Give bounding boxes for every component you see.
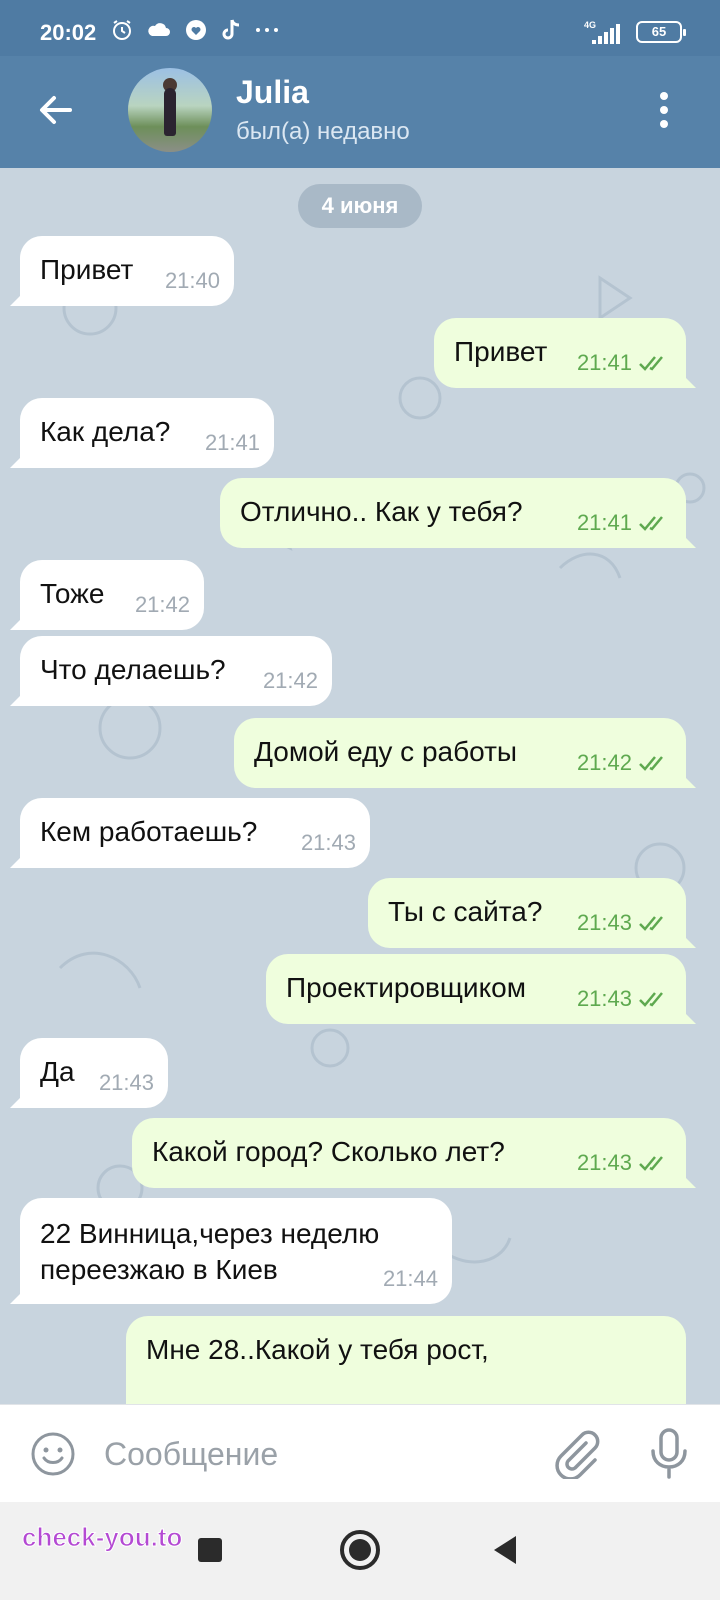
attach-button[interactable] [552,1429,600,1481]
message-text: Привет [454,336,548,367]
message-text: Что делаешь? [40,654,226,685]
message-time: 21:43 [576,986,632,1011]
contact-status: был(а) недавно [236,118,410,145]
message-incoming[interactable]: Как дела? 21:41 [20,398,274,468]
message-outgoing[interactable]: Отлично.. Как у тебя? 21:41 [220,478,686,548]
message-text: Кем работаешь? [40,816,258,847]
heart-app-icon [186,20,206,40]
message-incoming[interactable]: Что делаешь? 21:42 [20,636,332,706]
message-text: Домой еду с работы [254,736,518,767]
message-composer [0,1404,720,1502]
kebab-menu-icon [660,92,668,100]
message-time: 21:42 [576,750,632,775]
contact-name[interactable]: Julia [236,74,309,111]
home-button[interactable] [340,1530,380,1570]
message-time: 21:42 [262,668,318,693]
message-incoming[interactable]: Кем работаешь? 21:43 [20,798,370,868]
more-dots-icon [256,28,278,32]
status-right: 4G 65 [584,20,686,44]
status-bar: 20:02 4G 65 [0,0,720,56]
message-outgoing-partial[interactable]: Мне 28..Какой у тебя рост, [126,1316,686,1404]
battery-icon: 65 [636,21,686,43]
double-check-icon [639,756,663,771]
message-time: 21:43 [300,830,356,855]
back-button[interactable] [36,90,76,130]
message-input[interactable] [104,1427,524,1481]
signal-icon: 4G [584,20,626,44]
microphone-icon [651,1428,687,1479]
message-text: Мне 28..Какой у тебя рост, [146,1334,489,1365]
message-incoming[interactable]: 22 Винница,через неделю переезжаю в Киев… [20,1198,452,1304]
double-check-icon [639,356,663,371]
message-text: Проектировщиком [286,972,526,1003]
message-outgoing[interactable]: Проектировщиком 21:43 [266,954,686,1024]
message-text: Как дела? [40,416,171,447]
chat-header: Julia был(а) недавно [0,56,720,168]
date-separator: 4 июня [298,184,422,228]
smiley-icon [31,1432,75,1476]
double-check-icon [639,1156,663,1171]
message-time: 21:41 [204,430,260,455]
message-text: 22 Винница,через неделю переезжаю в Киев [40,1218,380,1285]
message-incoming[interactable]: Да 21:43 [20,1038,168,1108]
paperclip-icon [555,1430,600,1481]
message-time: 21:42 [134,592,190,617]
message-time: 21:41 [576,350,632,375]
voice-record-button[interactable] [648,1427,690,1481]
message-time: 21:44 [382,1266,438,1291]
watermark: check-you.to [21,1522,183,1553]
message-time: 21:43 [576,1150,632,1175]
message-time: 21:40 [164,268,220,293]
message-text: Привет [40,254,134,285]
double-check-icon [639,992,663,1007]
emoji-button[interactable] [30,1431,76,1477]
message-outgoing[interactable]: Привет 21:41 [434,318,686,388]
message-outgoing[interactable]: Какой город? Сколько лет? 21:43 [132,1118,686,1188]
avatar[interactable] [128,68,212,152]
chat-area[interactable]: 4 июня Привет 21:40 Привет 21:41 Как дел… [0,168,720,1404]
message-time: 21:43 [576,910,632,935]
system-back-button[interactable] [494,1536,516,1564]
tiktok-icon [222,19,240,40]
message-text: Отлично.. Как у тебя? [240,496,523,527]
double-check-icon [639,516,663,531]
message-time: 21:41 [576,510,632,535]
message-text: Какой город? Сколько лет? [152,1136,505,1167]
arrow-left-icon [40,96,72,124]
alarm-icon [113,20,131,40]
message-outgoing[interactable]: Ты с сайта? 21:43 [368,878,686,948]
double-check-icon [639,916,663,931]
message-text: Да [40,1056,75,1087]
cloud-icon [148,23,170,36]
message-text: Тоже [40,578,105,609]
status-icons [110,18,280,42]
message-text: Ты с сайта? [388,896,543,927]
more-menu-button[interactable] [658,92,670,132]
message-time: 21:43 [98,1070,154,1095]
status-time: 20:02 [40,20,97,45]
message-outgoing[interactable]: Домой еду с работы 21:42 [234,718,686,788]
recent-apps-button[interactable] [198,1538,222,1562]
message-incoming[interactable]: Привет 21:40 [20,236,234,306]
message-incoming[interactable]: Тоже 21:42 [20,560,204,630]
